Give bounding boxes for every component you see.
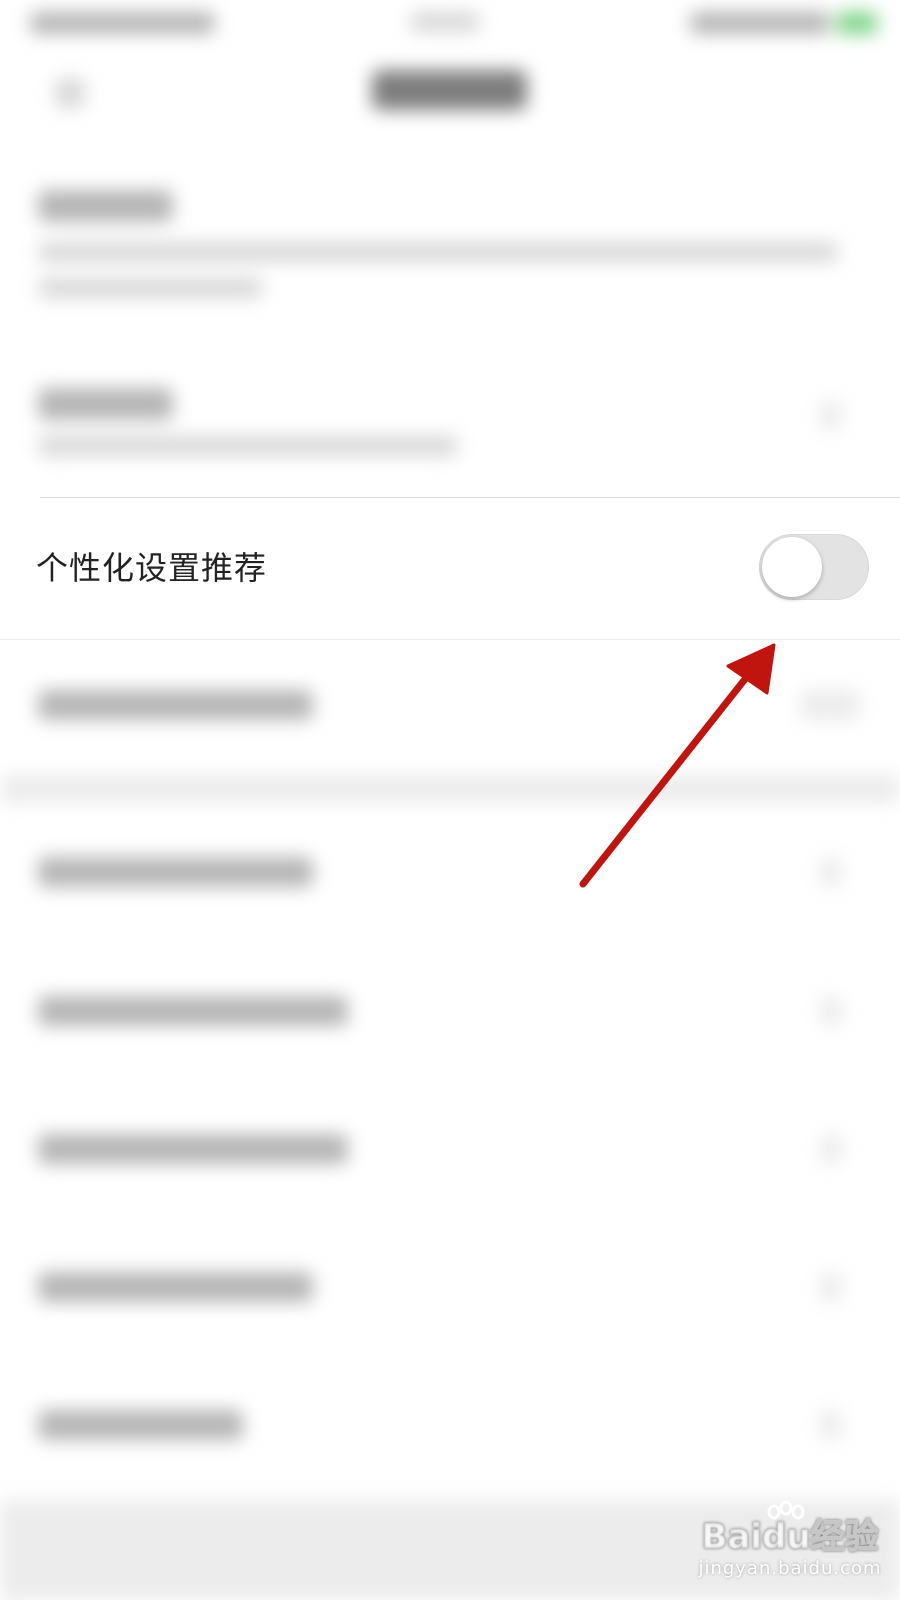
personalized-recommendation-label: 个性化设置推荐 (36, 549, 268, 587)
blurred-content (0, 0, 900, 1600)
watermark-url: jingyan.baidu.com (698, 1558, 882, 1579)
row-divider-bottom (0, 639, 900, 640)
baidu-jingyan-logo: Baidu经验 (701, 1500, 879, 1558)
watermark-brand-text: Baidu经验 (701, 1517, 878, 1557)
toggle-knob (762, 537, 822, 597)
personalized-recommendation-toggle[interactable] (759, 534, 869, 600)
personalized-recommendation-row[interactable]: 个性化设置推荐 (0, 498, 900, 639)
screen: 个性化设置推荐 Baidu经验 jingyan.baidu.com (0, 0, 900, 1600)
baidu-watermark: Baidu经验 jingyan.baidu.com (690, 1500, 890, 1590)
